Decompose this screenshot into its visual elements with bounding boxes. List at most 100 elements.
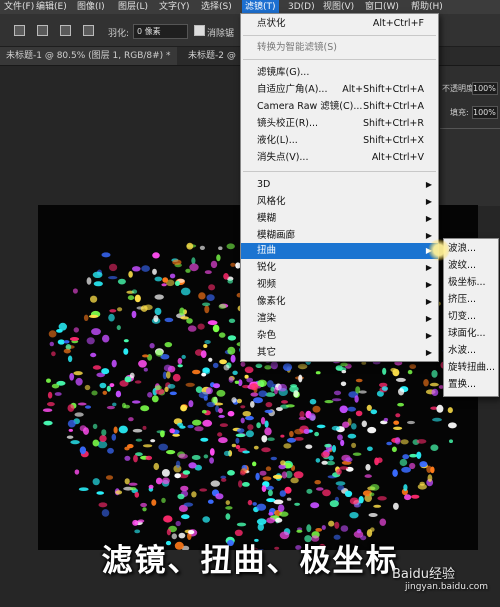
menu-file[interactable]: 文件(F) xyxy=(4,0,34,14)
particle xyxy=(232,370,238,375)
menu-item-vanishing-point[interactable]: 消失点(V)... Alt+Ctrl+V xyxy=(241,150,438,166)
particle xyxy=(252,502,257,506)
menu-3d[interactable]: 3D(D) xyxy=(288,0,315,14)
particle xyxy=(449,439,453,443)
particle xyxy=(51,351,56,357)
menu-item-adaptive-wide-angle[interactable]: 自适应广角(A)... Alt+Shift+Ctrl+A xyxy=(241,82,438,98)
particle xyxy=(69,337,80,341)
particle xyxy=(258,390,268,397)
intersect-selection-icon[interactable] xyxy=(83,25,94,36)
menu-layer[interactable]: 图层(L) xyxy=(118,0,148,14)
submenu-item-pinch[interactable]: 挤压... xyxy=(448,292,498,308)
new-selection-icon[interactable] xyxy=(14,25,25,36)
submenu-arrow-icon: ▶ xyxy=(425,280,432,289)
tab-untitled-1[interactable]: 未标题-1 @ 80.5% (图层 1, RGB/8#) * xyxy=(0,47,177,65)
particle xyxy=(153,462,160,471)
particle xyxy=(416,439,427,444)
menu-item-render[interactable]: 渲染 ▶ xyxy=(241,311,438,327)
subtract-selection-icon[interactable] xyxy=(60,25,71,36)
menu-item-noise[interactable]: 杂色 ▶ xyxy=(241,328,438,344)
particle xyxy=(174,473,181,479)
particle xyxy=(180,287,191,296)
menu-item-3d[interactable]: 3D ▶ xyxy=(241,177,438,193)
particle xyxy=(201,409,207,414)
particle xyxy=(202,516,210,523)
menu-window[interactable]: 窗口(W) xyxy=(365,0,399,14)
particle xyxy=(204,340,211,344)
menu-item-filter-gallery[interactable]: 滤镜库(G)... xyxy=(241,65,438,81)
particle xyxy=(401,466,411,473)
submenu-item-wave[interactable]: 波浪... xyxy=(448,241,498,257)
particle xyxy=(198,292,206,300)
particle xyxy=(227,470,235,476)
submenu-item-twirl[interactable]: 旋转扭曲... xyxy=(448,360,498,376)
tab-untitled-2[interactable]: 未标题-2 @ xyxy=(188,47,236,65)
particle xyxy=(142,425,147,430)
menu-select[interactable]: 选择(S) xyxy=(201,0,232,14)
particle xyxy=(152,252,160,259)
filter-menu: 点状化 Alt+Ctrl+F 转换为智能滤镜(S) 滤镜库(G)... 自适应广角… xyxy=(240,13,439,362)
submenu-item-shear[interactable]: 切变... xyxy=(448,309,498,325)
particle xyxy=(227,335,237,341)
particle xyxy=(221,478,227,482)
particle xyxy=(108,313,115,322)
particle xyxy=(186,242,194,250)
menu-filter[interactable]: 滤镜(T) xyxy=(242,0,279,14)
particle xyxy=(49,341,54,347)
particle xyxy=(250,392,259,397)
particle xyxy=(200,437,209,442)
particle xyxy=(67,419,76,428)
particle xyxy=(231,397,237,403)
particle xyxy=(134,529,141,534)
menu-item-pointillize[interactable]: 点状化 Alt+Ctrl+F xyxy=(241,16,438,32)
particle xyxy=(166,450,176,455)
menu-item-lens-correction[interactable]: 镜头校正(R)... Shift+Ctrl+R xyxy=(241,116,438,132)
particle xyxy=(347,406,357,412)
particle xyxy=(56,329,63,333)
particle xyxy=(54,392,62,396)
fill-input[interactable]: 100% xyxy=(472,106,498,119)
menu-item-pixelate[interactable]: 像素化 ▶ xyxy=(241,294,438,310)
menu-help[interactable]: 帮助(H) xyxy=(411,0,443,14)
menu-item-stylize[interactable]: 风格化 ▶ xyxy=(241,194,438,210)
menu-view[interactable]: 视图(V) xyxy=(323,0,354,14)
menu-image[interactable]: 图像(I) xyxy=(77,0,105,14)
particle xyxy=(111,433,117,441)
submenu-item-zigzag[interactable]: 水波... xyxy=(448,343,498,359)
particle xyxy=(150,439,156,443)
particle xyxy=(240,405,246,409)
particle xyxy=(177,357,183,365)
submenu-item-spherize[interactable]: 球面化... xyxy=(448,326,498,342)
menu-item-sharpen[interactable]: 锐化 ▶ xyxy=(241,260,438,276)
particle xyxy=(341,370,347,374)
particle xyxy=(261,435,268,443)
menu-item-blur-gallery[interactable]: 模糊画廊 ▶ xyxy=(241,228,438,244)
feather-input[interactable]: 0 像素 xyxy=(133,24,188,39)
add-selection-icon[interactable] xyxy=(37,25,48,36)
opacity-input[interactable]: 100% xyxy=(472,82,498,95)
menu-item-blur[interactable]: 模糊 ▶ xyxy=(241,211,438,227)
menu-item-convert-smart-filter[interactable]: 转换为智能滤镜(S) xyxy=(241,40,438,56)
particle xyxy=(367,446,373,452)
particle xyxy=(188,462,197,469)
particle xyxy=(181,354,186,359)
submenu-item-ripple[interactable]: 波纹... xyxy=(448,258,498,274)
particle xyxy=(151,395,159,403)
menu-separator xyxy=(243,35,436,36)
menu-item-liquify[interactable]: 液化(L)... Shift+Ctrl+X xyxy=(241,133,438,149)
antialias-checkbox[interactable] xyxy=(194,25,205,36)
particle xyxy=(73,371,83,376)
menu-edit[interactable]: 编辑(E) xyxy=(36,0,67,14)
submenu-item-polar-coordinates[interactable]: 极坐标... xyxy=(448,275,498,291)
menu-item-camera-raw[interactable]: Camera Raw 滤镜(C)... Shift+Ctrl+A xyxy=(241,99,438,115)
submenu-item-displace[interactable]: 置换... xyxy=(448,377,498,393)
menu-item-distort[interactable]: 扭曲▶ xyxy=(241,243,438,259)
menu-item-other[interactable]: 其它 ▶ xyxy=(241,345,438,361)
particle xyxy=(306,488,313,494)
cursor-highlight-icon xyxy=(428,239,450,261)
particle xyxy=(108,276,118,280)
particle xyxy=(249,383,259,391)
particle xyxy=(261,447,271,453)
menu-item-video[interactable]: 视频 ▶ xyxy=(241,277,438,293)
menu-type[interactable]: 文字(Y) xyxy=(159,0,190,14)
